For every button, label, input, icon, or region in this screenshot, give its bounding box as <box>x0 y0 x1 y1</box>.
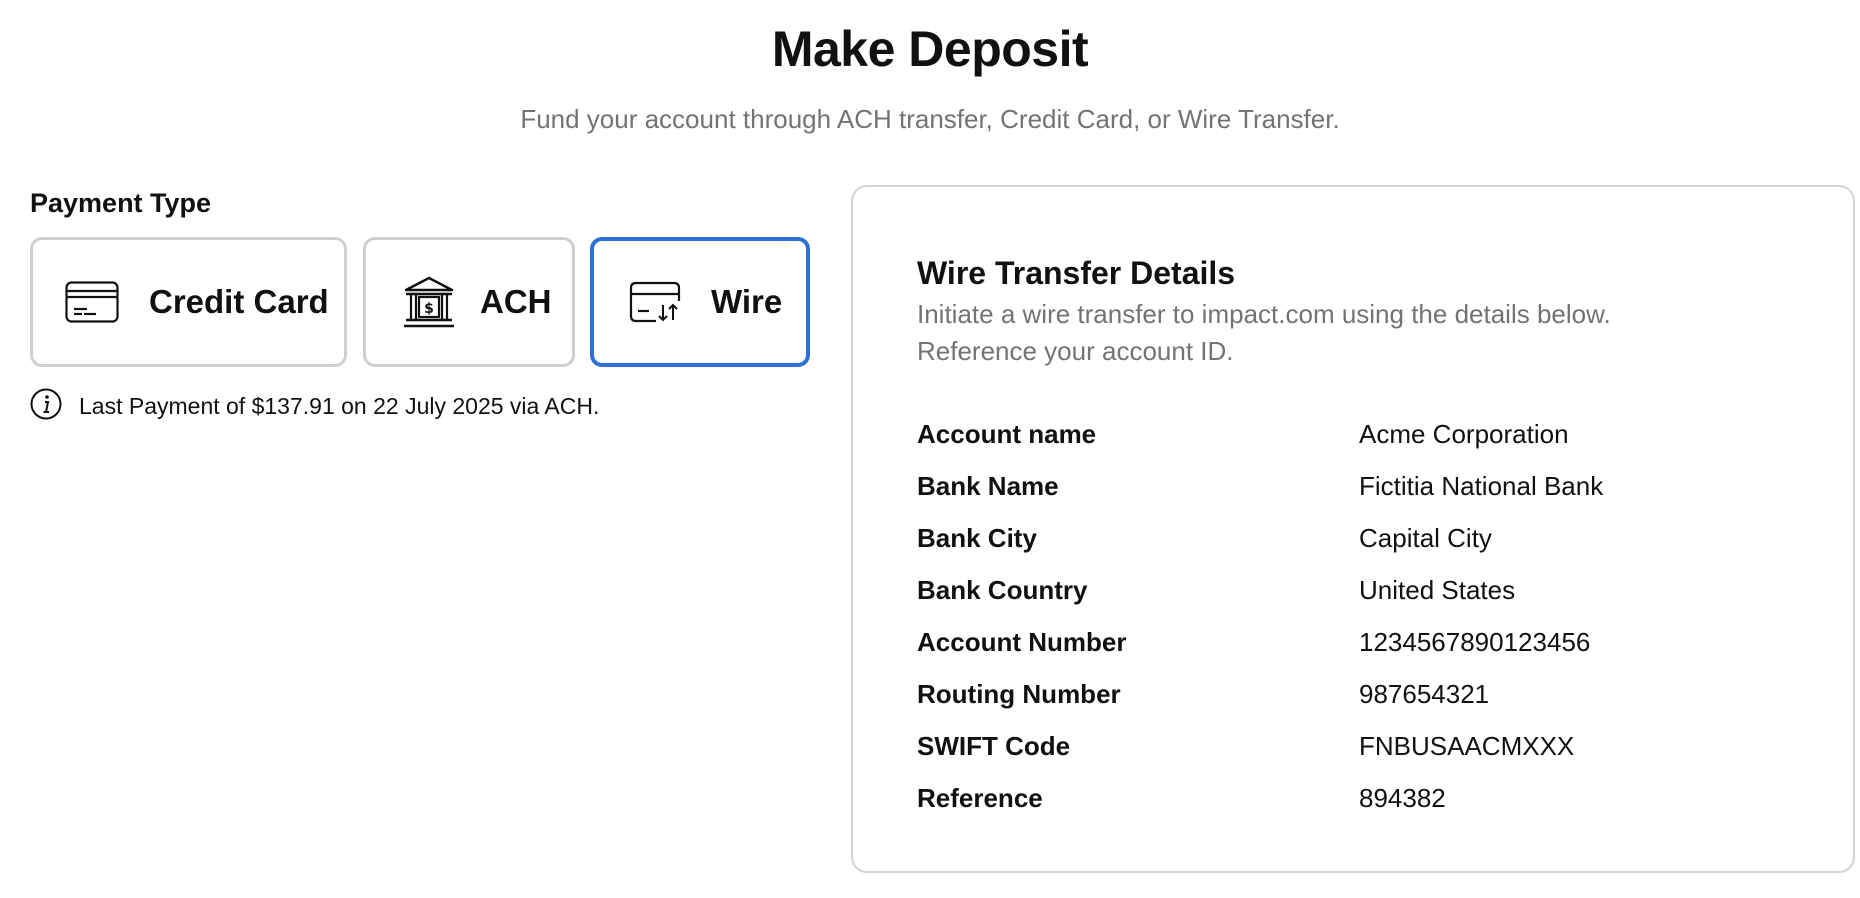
detail-value: Acme Corporation <box>1359 418 1569 449</box>
page-subtitle: Fund your account through ACH transfer, … <box>520 104 1340 134</box>
detail-row-reference: Reference 894382 <box>917 772 1797 824</box>
detail-label: Account name <box>917 418 1097 449</box>
detail-row-bank-city: Bank City Capital City <box>917 512 1797 564</box>
detail-value: United States <box>1359 574 1516 605</box>
detail-row-account-name: Account name Acme Corporation <box>917 408 1797 460</box>
detail-row-account-number: Account Number 1234567890123456 <box>917 616 1797 668</box>
detail-label: SWIFT Code <box>917 730 1071 761</box>
last-payment-notice: Last Payment of $137.91 on 22 July 2025 … <box>30 388 599 425</box>
detail-label: Bank Country <box>917 574 1088 605</box>
credit-card-option-label: Credit Card <box>149 283 329 320</box>
detail-row-routing-number: Routing Number 987654321 <box>917 668 1797 720</box>
detail-label: Bank City <box>917 522 1037 553</box>
wire-details-title: Wire Transfer Details <box>917 255 1236 291</box>
detail-label: Account Number <box>917 626 1127 657</box>
detail-label: Bank Name <box>917 470 1059 501</box>
ach-option-label: ACH <box>480 283 552 320</box>
wire-option[interactable]: Wire <box>590 237 810 367</box>
wire-details-list: Account name Acme Corporation Bank Name … <box>917 408 1797 824</box>
info-icon <box>30 388 62 425</box>
last-payment-text: Last Payment of $137.91 on 22 July 2025 … <box>79 393 600 419</box>
wire-transfer-details-panel: Wire Transfer Details Initiate a wire tr… <box>851 185 1855 873</box>
wire-details-description: Initiate a wire transfer to impact.com u… <box>917 299 1611 366</box>
detail-value: 894382 <box>1359 782 1446 813</box>
page-title: Make Deposit <box>771 21 1089 77</box>
wire-transfer-icon <box>629 281 681 323</box>
detail-row-bank-country: Bank Country United States <box>917 564 1797 616</box>
payment-type-label: Payment Type <box>30 188 212 218</box>
detail-row-swift-code: SWIFT Code FNBUSAACMXXX <box>917 720 1797 772</box>
bank-icon: $ <box>402 275 456 329</box>
detail-value: 987654321 <box>1359 678 1490 709</box>
detail-label: Reference <box>917 782 1043 813</box>
detail-label: Routing Number <box>917 678 1121 709</box>
wire-option-label: Wire <box>711 283 783 320</box>
svg-text:$: $ <box>424 301 434 317</box>
ach-option[interactable]: $ ACH <box>363 237 575 367</box>
detail-row-bank-name: Bank Name Fictitia National Bank <box>917 460 1797 512</box>
detail-value: FNBUSAACMXXX <box>1359 730 1575 761</box>
detail-value: Fictitia National Bank <box>1359 470 1604 501</box>
credit-card-icon <box>65 281 119 323</box>
credit-card-option[interactable]: Credit Card <box>30 237 347 367</box>
detail-value: Capital City <box>1359 522 1492 553</box>
detail-value: 1234567890123456 <box>1359 626 1591 657</box>
